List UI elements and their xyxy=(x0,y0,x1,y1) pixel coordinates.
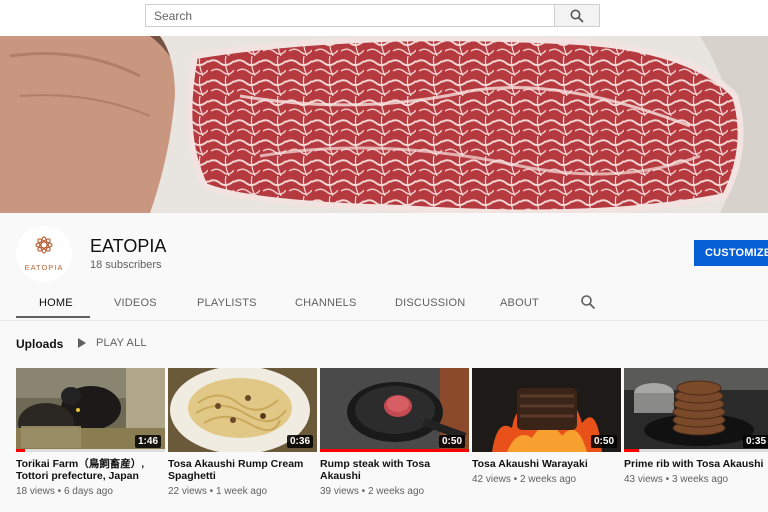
tab-home[interactable]: HOME xyxy=(39,297,73,309)
video-thumbnail[interactable]: 0:50 xyxy=(320,368,469,452)
video-duration: 0:50 xyxy=(438,435,465,448)
play-icon xyxy=(78,338,86,348)
video-title[interactable]: Torikai Farm（鳥飼畜産）, Tottori prefecture, … xyxy=(16,458,165,482)
video-card[interactable]: 0:50 Rump steak with Tosa Akaushi 39 vie… xyxy=(320,368,469,498)
tab-channels[interactable]: CHANNELS xyxy=(295,297,357,309)
video-meta: 43 views • 3 weeks ago xyxy=(624,474,729,485)
channel-search-icon[interactable] xyxy=(580,294,596,310)
video-meta: 42 views • 2 weeks ago xyxy=(472,474,577,485)
tab-videos[interactable]: VIDEOS xyxy=(114,297,157,309)
watch-progress-fill xyxy=(624,449,639,452)
uploads-heading[interactable]: Uploads xyxy=(16,337,63,351)
channel-avatar[interactable]: EATOPIA xyxy=(16,226,72,282)
video-thumbnail[interactable]: 0:50 xyxy=(472,368,621,452)
tab-playlists[interactable]: PLAYLISTS xyxy=(197,297,257,309)
search-button[interactable] xyxy=(554,4,600,27)
video-duration: 0:50 xyxy=(590,435,617,448)
avatar-logo-text: EATOPIA xyxy=(25,263,64,272)
watch-progress-bar xyxy=(624,449,768,452)
video-duration: 0:36 xyxy=(286,435,313,448)
channel-name: EATOPIA xyxy=(90,236,167,256)
channel-tabs: HOME VIDEOS PLAYLISTS CHANNELS DISCUSSIO… xyxy=(0,287,768,320)
top-bar: Search xyxy=(0,0,768,36)
watch-progress-bar xyxy=(320,449,469,452)
video-duration: 1:46 xyxy=(134,435,161,448)
video-title[interactable]: Rump steak with Tosa Akaushi xyxy=(320,458,469,482)
channel-banner xyxy=(0,36,768,213)
search-input[interactable]: Search xyxy=(145,4,555,27)
video-title[interactable]: Prime rib with Tosa Akaushi xyxy=(624,458,768,470)
watch-progress-fill xyxy=(16,449,25,452)
video-meta: 18 views • 6 days ago xyxy=(16,486,113,497)
subscriber-count: 18 subscribers xyxy=(90,259,162,271)
video-duration: 0:35 xyxy=(742,435,768,448)
tab-about[interactable]: ABOUT xyxy=(500,297,539,309)
watch-progress-bar xyxy=(16,449,165,452)
video-card[interactable]: 0:35 Prime rib with Tosa Akaushi 43 view… xyxy=(624,368,768,486)
tab-discussion[interactable]: DISCUSSION xyxy=(395,297,465,309)
video-thumbnail[interactable]: 0:35 xyxy=(624,368,768,452)
video-card[interactable]: 1:46 Torikai Farm（鳥飼畜産）, Tottori prefect… xyxy=(16,368,165,498)
active-tab-indicator xyxy=(16,316,90,318)
play-all-label: PLAY ALL xyxy=(96,337,147,349)
watch-progress-fill xyxy=(320,449,469,452)
customize-channel-button[interactable]: CUSTOMIZE CHANNEL xyxy=(694,240,768,266)
video-title[interactable]: Tosa Akaushi Warayaki xyxy=(472,458,621,470)
video-card[interactable]: 0:50 Tosa Akaushi Warayaki 42 views • 2 … xyxy=(472,368,621,486)
video-card[interactable]: 0:36 Tosa Akaushi Rump Cream Spaghetti 2… xyxy=(168,368,317,498)
video-meta: 22 views • 1 week ago xyxy=(168,486,268,497)
video-thumbnail[interactable]: 0:36 xyxy=(168,368,317,452)
search-icon xyxy=(570,9,584,23)
video-meta: 39 views • 2 weeks ago xyxy=(320,486,425,497)
video-title[interactable]: Tosa Akaushi Rump Cream Spaghetti xyxy=(168,458,317,482)
play-all-button[interactable]: PLAY ALL xyxy=(78,337,147,349)
video-thumbnail[interactable]: 1:46 xyxy=(16,368,165,452)
